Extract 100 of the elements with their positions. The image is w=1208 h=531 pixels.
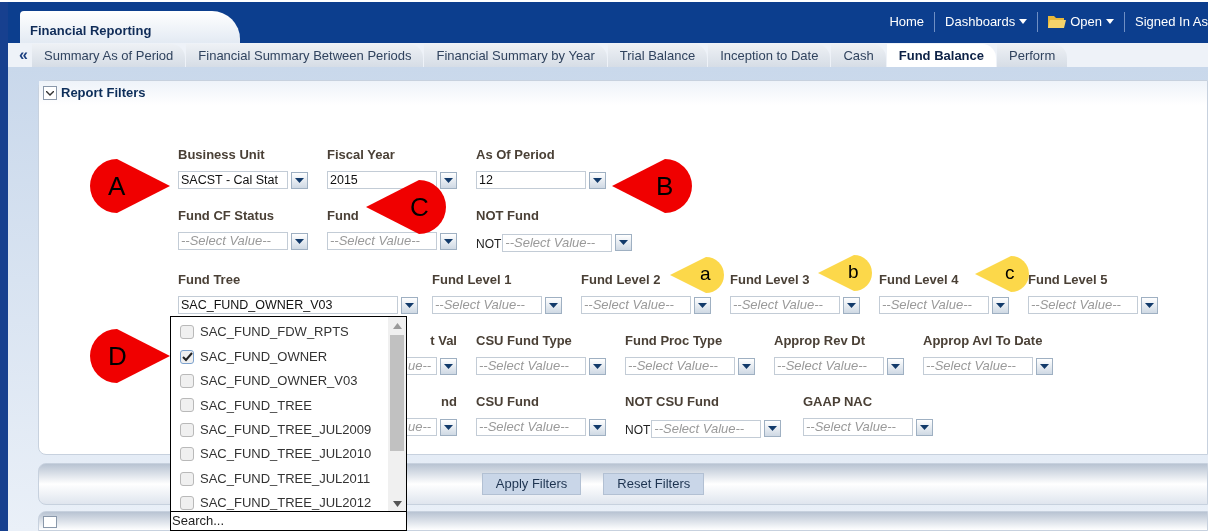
- checkbox[interactable]: [180, 373, 194, 388]
- app-title-tab[interactable]: Financial Reporting: [20, 11, 240, 43]
- select-field[interactable]: 2015: [327, 171, 437, 189]
- list-option[interactable]: SAC_FUND_OWNER: [171, 344, 388, 369]
- dropdown-button[interactable]: [589, 357, 606, 375]
- list-option[interactable]: SAC_FUND_TREE_JUL2010: [171, 441, 388, 467]
- checkbox[interactable]: [180, 422, 194, 437]
- select-field[interactable]: SAC_FUND_OWNER_V03: [178, 296, 398, 314]
- dropdown-button[interactable]: [401, 296, 418, 314]
- report-tab[interactable]: Cash: [831, 44, 886, 67]
- collapse-toggle[interactable]: [43, 86, 57, 100]
- report-tab[interactable]: Fund Balance: [886, 44, 997, 67]
- field-label: NOT CSU Fund: [625, 394, 719, 410]
- callout-letter: D: [108, 343, 127, 369]
- checkbox[interactable]: [180, 495, 194, 510]
- dropdown-button[interactable]: [440, 418, 457, 436]
- dropdown-button[interactable]: [1036, 357, 1053, 375]
- checkbox[interactable]: [180, 325, 194, 340]
- search-field[interactable]: Search...: [171, 511, 406, 530]
- dropdown-button[interactable]: [1141, 296, 1158, 314]
- field-label: NOT Fund: [476, 208, 539, 224]
- caret-icon: [444, 363, 453, 369]
- header-link[interactable]: Home: [889, 11, 925, 32]
- field-label: Fund: [327, 208, 359, 224]
- field-label: Business Unit: [178, 147, 265, 163]
- header-link[interactable]: Open: [1048, 11, 1114, 32]
- field-label: As Of Period: [476, 147, 555, 163]
- select-field[interactable]: 12: [476, 171, 586, 189]
- field-label: Fund Proc Type: [625, 333, 723, 349]
- field-label: t Val: [430, 333, 457, 349]
- caret-icon: [549, 302, 558, 308]
- caret-icon: [742, 363, 751, 369]
- scrollbar[interactable]: [388, 317, 406, 511]
- field-label: Approp Avl To Date: [923, 333, 1043, 349]
- checkbox[interactable]: [180, 471, 194, 486]
- dropdown-button[interactable]: [440, 357, 457, 375]
- panel-title: Report Filters: [61, 84, 146, 103]
- filter-button[interactable]: Apply Filters: [481, 473, 582, 495]
- field-label: GAAP NAC: [803, 394, 873, 410]
- report-tab[interactable]: Financial Summary by Year: [424, 44, 607, 67]
- header-link[interactable]: Dashboards: [945, 11, 1028, 32]
- list-option[interactable]: SAC_FUND_OWNER_V03: [171, 368, 388, 394]
- caret-icon: [847, 302, 856, 308]
- report-tab[interactable]: Perform: [997, 44, 1068, 67]
- field-label: Fiscal Year: [327, 147, 395, 163]
- scroll-left-button[interactable]: «: [8, 43, 32, 67]
- report-tab[interactable]: Summary As of Period: [32, 44, 186, 67]
- caret-icon: [593, 177, 602, 183]
- callout-letter: C: [410, 194, 429, 220]
- dropdown-button[interactable]: [615, 234, 633, 251]
- dropdown-button[interactable]: [291, 171, 308, 189]
- caret-icon: [1106, 19, 1114, 24]
- checkbox[interactable]: [180, 398, 194, 413]
- caret-icon: [295, 177, 304, 183]
- dropdown-button[interactable]: [764, 420, 782, 437]
- check-icon: [181, 351, 193, 362]
- field-label: Fund Level 2: [581, 272, 661, 288]
- dropdown-button[interactable]: [738, 357, 755, 375]
- collapse-toggle[interactable]: [43, 516, 57, 528]
- dropdown-button[interactable]: [992, 296, 1009, 314]
- select-field[interactable]: SACST - Cal Stat: [178, 171, 288, 189]
- list-option[interactable]: SAC_FUND_TREE_JUL2012: [171, 490, 388, 511]
- list-option[interactable]: SAC_FUND_TREE_JUL2009: [171, 417, 388, 442]
- list-option[interactable]: SAC_FUND_FDW_RPTS: [171, 320, 388, 345]
- dropdown-button[interactable]: [291, 232, 308, 250]
- header-link[interactable]: Signed In As: [1135, 11, 1208, 32]
- caret-icon: [768, 426, 778, 431]
- dropdown-button[interactable]: [589, 418, 606, 436]
- field-label: CSU Fund: [476, 394, 539, 410]
- dropdown-button[interactable]: [589, 171, 606, 189]
- callout-letter: A: [108, 173, 126, 199]
- field-label: Fund Tree: [178, 272, 241, 288]
- checkbox[interactable]: [180, 447, 194, 462]
- callout-letter: c: [1005, 263, 1015, 282]
- caret-icon: [1040, 363, 1049, 369]
- list-option[interactable]: SAC_FUND_TREE_JUL2011: [171, 466, 388, 491]
- dropdown-button[interactable]: [440, 171, 457, 189]
- dropdown-button[interactable]: [843, 296, 860, 314]
- checkbox[interactable]: [180, 349, 194, 364]
- field-label: Fund Level 4: [879, 272, 959, 288]
- filter-button[interactable]: Reset Filters: [603, 473, 705, 495]
- dropdown-button[interactable]: [916, 418, 933, 436]
- field-label: Fund Level 1: [432, 272, 512, 288]
- dropdown-button[interactable]: [694, 296, 711, 314]
- caret-icon: [444, 238, 453, 244]
- dropdown-button[interactable]: [440, 232, 457, 250]
- dropdown-button[interactable]: [545, 296, 562, 314]
- report-tab[interactable]: Financial Summary Between Periods: [186, 44, 424, 67]
- list-option[interactable]: SAC_FUND_TREE: [171, 393, 388, 418]
- field-label: nd: [441, 394, 457, 410]
- scroll-down-icon[interactable]: [392, 501, 402, 507]
- field-label: Fund CF Status: [178, 208, 275, 224]
- report-tab[interactable]: Trial Balance: [607, 44, 708, 67]
- field-label: CSU Fund Type: [476, 333, 572, 349]
- report-tab[interactable]: Inception to Date: [708, 44, 831, 67]
- chevron-icon: [46, 90, 54, 96]
- dropdown-button[interactable]: [887, 357, 904, 375]
- caret-icon: [1019, 19, 1028, 24]
- caret-icon: [444, 177, 453, 183]
- caret-icon: [444, 424, 453, 430]
